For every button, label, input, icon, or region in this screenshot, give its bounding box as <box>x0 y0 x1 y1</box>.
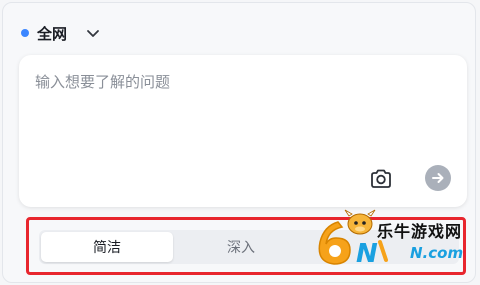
watermark-logo: N 乐牛游戏网 N.com <box>312 204 472 270</box>
dot-icon <box>21 29 29 37</box>
svg-text:N: N <box>356 239 378 269</box>
tab-in-depth[interactable]: 深入 <box>175 232 307 262</box>
arrow-right-icon <box>432 173 444 183</box>
scope-selector[interactable]: 全网 <box>21 21 101 45</box>
camera-button[interactable] <box>367 165 395 193</box>
chevron-down-icon[interactable] <box>85 25 101 41</box>
tab-concise[interactable]: 简洁 <box>41 232 173 262</box>
watermark-text: 乐牛游戏网 <box>377 222 463 241</box>
camera-icon <box>371 169 391 188</box>
send-button[interactable] <box>425 165 451 191</box>
query-card <box>19 55 467 207</box>
watermark-domain: N.com <box>410 244 464 262</box>
scope-label: 全网 <box>37 24 68 43</box>
query-input[interactable] <box>33 69 457 153</box>
